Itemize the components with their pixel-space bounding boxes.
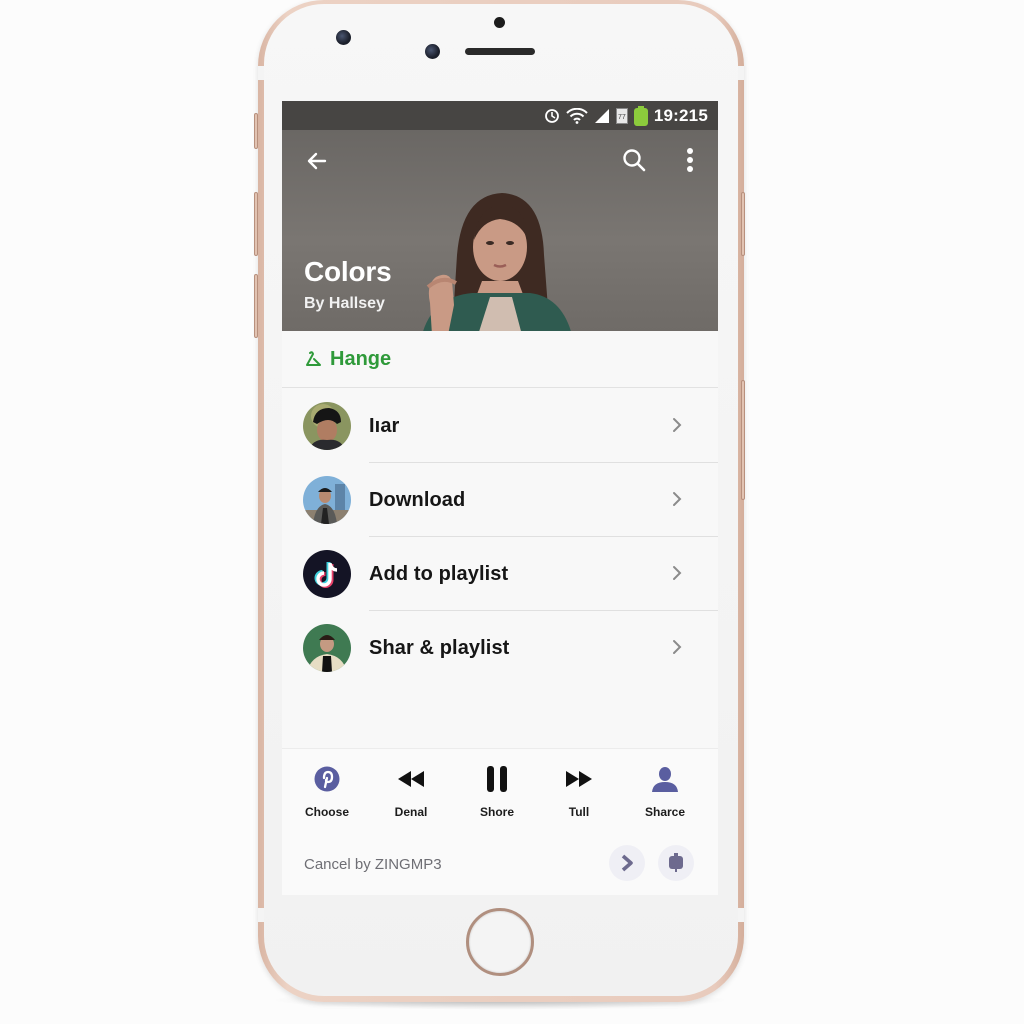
stage: 77 19:215 Colors By Hallsey Hange Iıar D… — [0, 0, 1024, 1024]
chevron-right-icon — [673, 640, 682, 654]
share-user-button[interactable]: Sharce — [625, 763, 705, 819]
back-button[interactable] — [302, 146, 332, 176]
album-artist: By Hallsey — [304, 295, 385, 312]
player-bar: Choose Denal Shore Tull Sharce Cancel by… — [282, 748, 718, 895]
volume-up-button[interactable] — [254, 192, 258, 256]
proximity-sensor — [494, 17, 505, 28]
hange-label: Hange — [330, 347, 392, 370]
sim-icon: 77 — [615, 107, 628, 124]
mute-switch[interactable] — [254, 113, 258, 149]
more-options-button[interactable] — [678, 144, 702, 176]
list-item-label: Add to playlist — [369, 562, 509, 585]
chevron-right-icon — [673, 492, 682, 506]
antenna-line — [738, 66, 744, 80]
wifi-icon — [566, 107, 588, 124]
hanger-icon — [306, 351, 321, 366]
artist-photo — [423, 193, 571, 331]
choose-label: Choose — [304, 805, 349, 819]
front-camera — [336, 30, 351, 45]
avatar — [303, 624, 351, 672]
fast-forward-label: Tull — [568, 805, 590, 819]
options-panel: Hange Iıar Download Add to playlist Shar… — [282, 331, 718, 751]
avatar — [303, 476, 351, 524]
list-item[interactable]: Download — [282, 463, 718, 537]
pinterest-icon — [314, 766, 340, 792]
rewind-label: Denal — [394, 805, 428, 819]
pause-button[interactable]: Shore — [457, 763, 537, 819]
fast-forward-icon — [566, 771, 592, 787]
list-item[interactable]: Shar & playlist — [282, 611, 718, 685]
list-item-label: Shar & playlist — [369, 636, 510, 659]
arrow-left-icon — [307, 152, 327, 170]
list-item[interactable]: Iıar — [282, 389, 718, 463]
chevron-right-icon — [621, 854, 633, 872]
footer: Cancel by ZINGMP3 — [282, 845, 718, 895]
antenna-line — [258, 66, 264, 80]
device-button[interactable] — [658, 845, 694, 881]
status-time: 19:215 — [653, 105, 708, 125]
rewind-icon — [398, 771, 424, 787]
pause-icon — [487, 766, 507, 792]
side-button[interactable] — [741, 380, 745, 500]
footer-text: Cancel by ZINGMP3 — [304, 856, 442, 873]
list-item-label: Download — [369, 488, 466, 511]
search-button[interactable] — [618, 144, 650, 176]
volume-down-button[interactable] — [254, 274, 258, 338]
list-item-label: Iıar — [369, 414, 400, 437]
power-button[interactable] — [741, 192, 745, 256]
share-user-label: Sharce — [644, 805, 686, 819]
pause-label: Shore — [479, 805, 514, 819]
player-controls: Choose Denal Shore Tull Sharce — [282, 749, 718, 839]
status-bar: 77 19:215 — [282, 101, 718, 130]
more-vertical-icon — [687, 148, 693, 172]
user-icon — [652, 767, 678, 792]
hange-action[interactable]: Hange — [282, 331, 718, 388]
alarm-icon — [544, 108, 560, 124]
options-list: Iıar Download Add to playlist Shar & pla… — [282, 389, 718, 685]
album-title: Colors — [304, 256, 392, 287]
antenna-line — [258, 908, 264, 922]
signal-icon — [594, 108, 610, 124]
search-icon — [623, 149, 646, 172]
device-icon — [669, 853, 683, 872]
list-item[interactable]: Add to playlist — [282, 537, 718, 611]
fast-forward-button[interactable]: Tull — [539, 763, 619, 819]
svg-text:77: 77 — [618, 114, 626, 121]
chevron-right-icon — [673, 566, 682, 580]
avatar — [303, 402, 351, 450]
battery-icon — [633, 105, 648, 126]
choose-button[interactable]: Choose — [287, 763, 367, 819]
rewind-button[interactable]: Denal — [371, 763, 451, 819]
app-screen: 77 19:215 Colors By Hallsey Hange Iıar D… — [282, 101, 718, 895]
album-header: Colors By Hallsey — [282, 130, 718, 331]
next-button[interactable] — [609, 845, 645, 881]
tiktok-logo — [303, 550, 351, 598]
antenna-line — [738, 908, 744, 922]
chevron-right-icon — [673, 418, 682, 432]
front-camera-secondary — [425, 44, 440, 59]
earpiece-speaker — [465, 48, 535, 55]
home-button[interactable] — [466, 908, 534, 976]
